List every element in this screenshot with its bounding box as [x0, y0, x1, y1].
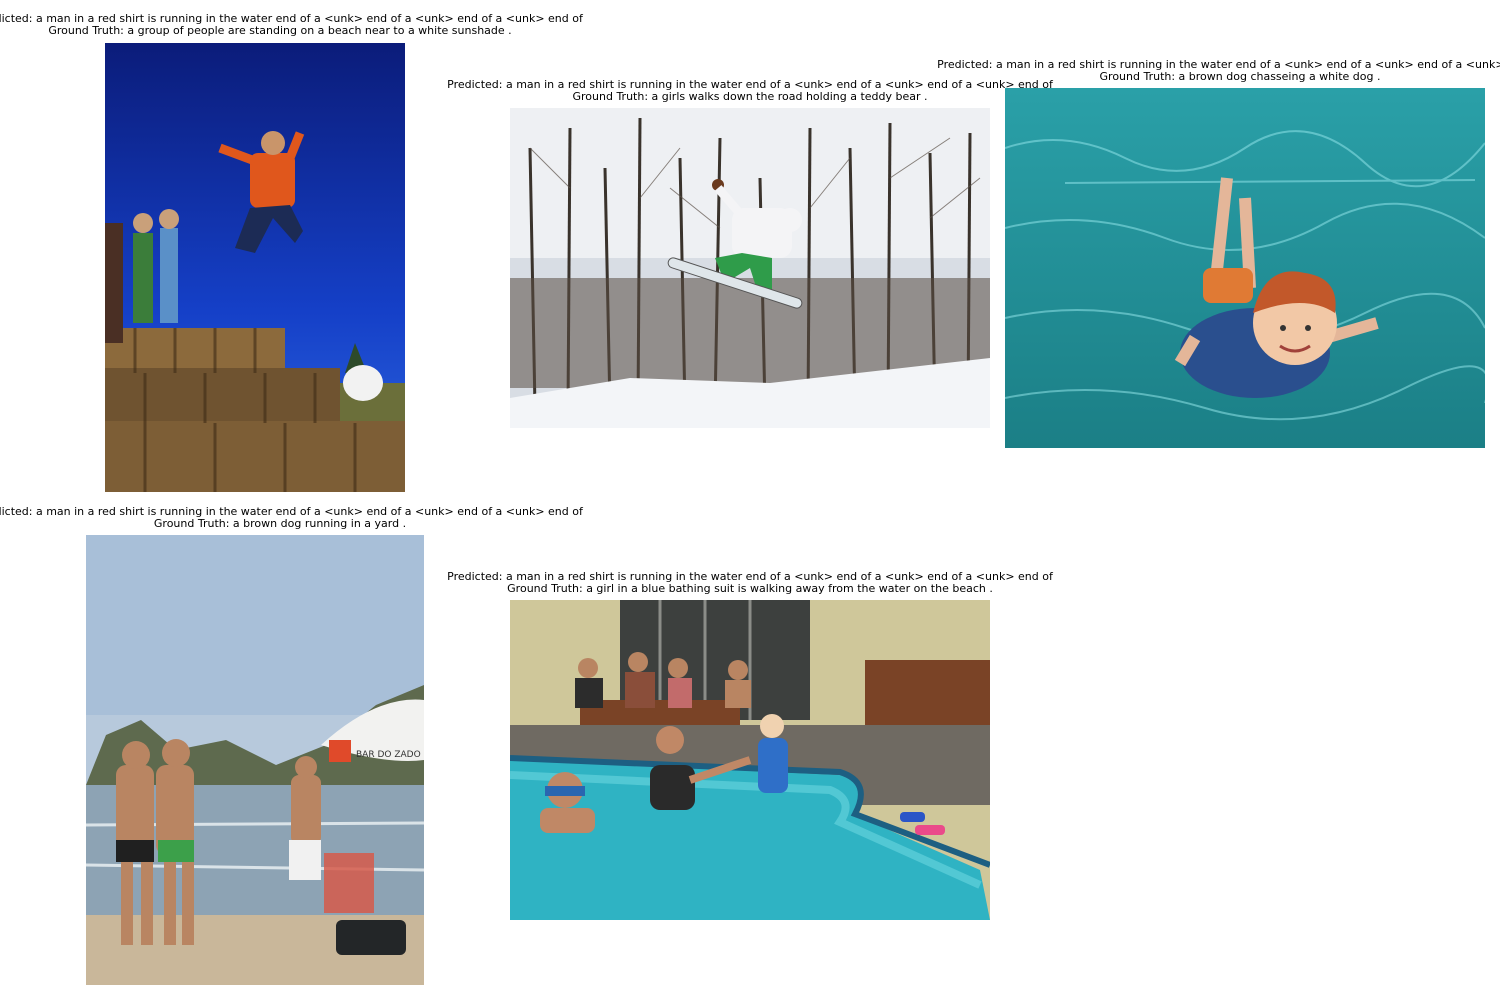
- panel-2-photo-snowboarder: [510, 108, 990, 428]
- panel-4-predicted: Predicted: a man in a red shirt is runni…: [0, 505, 583, 518]
- panel-3-photo-underwater-child: [1005, 88, 1485, 448]
- panel-1-caption: Predicted: a man in a red shirt is runni…: [0, 13, 830, 37]
- panel-3-ground-truth: Ground Truth: a brown dog chasseing a wh…: [1099, 70, 1381, 83]
- panel-4-photo-beach-men: BAR DO ZADO: [86, 535, 424, 985]
- panel-5-caption: Predicted: a man in a red shirt is runni…: [350, 571, 1150, 595]
- panel-1-ground-truth: Ground Truth: a group of people are stan…: [48, 24, 512, 37]
- panel-4-ground-truth: Ground Truth: a brown dog running in a y…: [153, 517, 407, 530]
- panel-5-ground-truth: Ground Truth: a girl in a blue bathing s…: [507, 582, 993, 595]
- panel-5-photo-pool-family: [510, 600, 990, 920]
- umbrella-sign-text: BAR DO ZADO: [356, 750, 421, 760]
- panel-1-photo-jumping-boy: [105, 43, 405, 492]
- panel-3-caption: Predicted: a man in a red shirt is runni…: [850, 59, 1500, 83]
- panel-4-caption: Predicted: a man in a red shirt is runni…: [0, 506, 830, 530]
